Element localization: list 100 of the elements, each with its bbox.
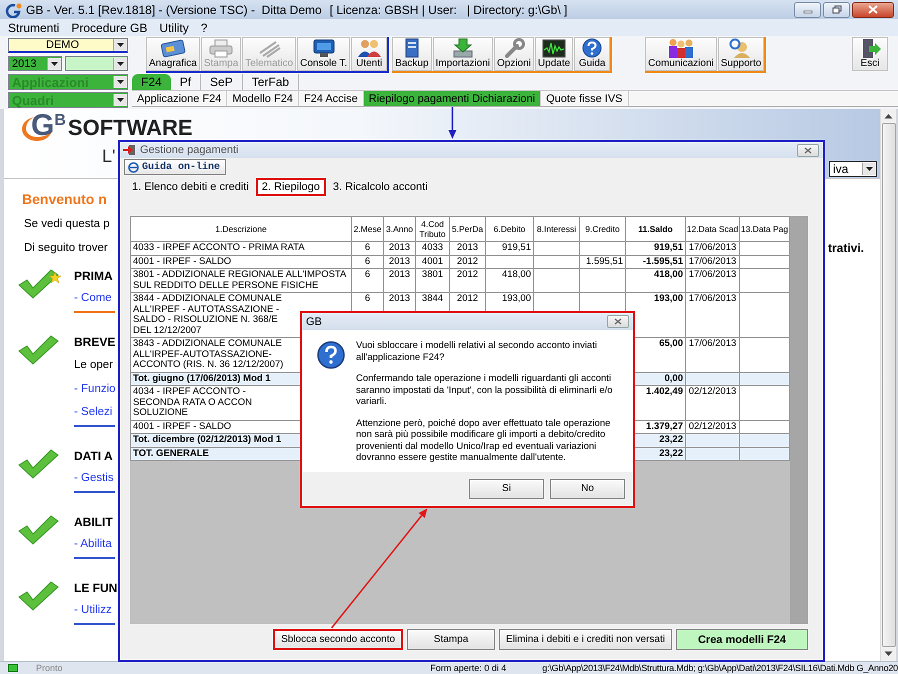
column-header: 5.PerDa [450, 216, 486, 242]
caret-icon [862, 163, 876, 175]
table-cell: 2013 [384, 242, 416, 255]
section-title: BREVE [74, 334, 116, 351]
status-text: Form aperte: 0 di 4 [430, 663, 506, 673]
table-cell: 17/06/2013 [686, 268, 740, 292]
close-icon [614, 318, 622, 325]
app-icon [4, 2, 22, 18]
message-text: Attenzione però, poiché dopo aver effettuato tale operazione non sarà più possibile modificare gli importi a debito/credito provenienti dal modello Unico/Irap ed eventuali variazioni dovranno essere gestite manualmente dall'utente. [356, 418, 612, 464]
help-button[interactable]: Guida on-line [124, 159, 226, 175]
link[interactable]: - Utilizz [74, 599, 112, 622]
dialog-title: Gestione pagamenti [140, 144, 238, 156]
table-cell: 17/06/2013 [686, 255, 740, 268]
section-title: ABILIT [74, 514, 113, 531]
toolbar-button[interactable]: Esci [852, 37, 888, 71]
link[interactable]: - Abilita [74, 533, 112, 556]
toolbar-button[interactable]: Backup [392, 37, 432, 71]
table-cell: 2012 [450, 255, 486, 268]
menu-item[interactable]: ? [194, 20, 214, 34]
tab[interactable]: Riepilogo pagamenti Dichiarazioni [364, 91, 542, 106]
table-cell: 17/06/2013 [686, 242, 740, 255]
toolbar-button[interactable]: Utenti [351, 37, 388, 71]
link[interactable]: - Gestis [74, 467, 114, 490]
column-header: 3.Anno [384, 216, 416, 242]
dropdown[interactable] [65, 56, 128, 71]
dialog-button[interactable]: Elimina i debiti e i crediti non versati [499, 629, 672, 650]
column-header: 2.Mese [352, 216, 384, 242]
table-cell: 4001 - IRPEF - SALDO [130, 255, 352, 268]
table-cell: 2013 [384, 255, 416, 268]
table-cell: 17/06/2013 [686, 292, 740, 338]
column-header: 1.Descrizione [130, 216, 352, 242]
table-cell: 919,51 [486, 242, 534, 255]
message-text: Vuoi sbloccare i modelli relativi al secondo acconto inviati all'applicazione F24? [356, 340, 598, 363]
column-header: 6.Debito [486, 216, 534, 242]
toolbar-button[interactable]: Update [534, 37, 574, 71]
message-text: Confermando tale operazione i modelli riguardanti gli acconti saranno impostati da 'Input', con la possibilità di eliminarli e/o variarli. [356, 373, 614, 408]
down-arrow-icon [884, 651, 893, 657]
link[interactable]: - Come [74, 287, 112, 310]
table-cell: 4001 [416, 255, 450, 268]
link[interactable]: - Funzio [74, 378, 116, 401]
dialog-button[interactable]: Stampa [407, 629, 496, 650]
dialog-button[interactable]: Crea modelli F24 [676, 629, 808, 650]
dialog-button[interactable]: No [550, 478, 625, 498]
toolbar-button[interactable]: Anagrafica [146, 37, 200, 71]
table-cell: 02/12/2013 [686, 386, 740, 420]
status-text: Pronto [36, 663, 64, 673]
dropdown[interactable]: iva [829, 161, 877, 177]
column-header: 11.Saldo [626, 216, 686, 242]
close-button[interactable] [797, 144, 819, 156]
menu-item[interactable]: Strumenti [2, 20, 66, 34]
welcome-heading: Benvenuto n [22, 190, 107, 209]
column-header: 12.Data Scad [686, 216, 740, 242]
tab[interactable]: Applicazione F24 [132, 91, 228, 106]
close-button[interactable] [852, 2, 894, 18]
section-title: DATI A [74, 448, 113, 465]
table-cell: 2012 [450, 268, 486, 292]
column-header: 13.Data Pag [740, 216, 790, 242]
tab[interactable]: F24 [132, 74, 171, 90]
restore-icon [832, 5, 842, 14]
toolbar-button[interactable]: Supporto [718, 37, 764, 71]
table-cell: 919,51 [626, 242, 686, 255]
company-dropdown[interactable]: DEMO [8, 38, 128, 53]
up-arrow-icon [884, 113, 893, 119]
close-button[interactable] [607, 315, 629, 328]
restore-button[interactable] [823, 2, 850, 18]
menu-item[interactable]: Utility [153, 20, 195, 34]
table-cell: 6 [352, 268, 384, 292]
menu-item[interactable]: Procedure GB [65, 20, 154, 34]
intro-text: Se vedi questa p [24, 217, 110, 232]
table-cell: 4033 [416, 242, 450, 255]
dialog-button[interactable]: Sblocca secondo acconto [273, 629, 404, 650]
table-cell: 3801 [416, 268, 450, 292]
section-title: LE FUN [74, 580, 118, 597]
year-dropdown[interactable]: 2013 [8, 56, 62, 71]
table-cell: -1.595,51 [626, 255, 686, 268]
caret-icon [113, 94, 127, 106]
column-header: 9.Credito [580, 216, 626, 242]
toolbar-button[interactable]: Importazioni [432, 37, 493, 71]
table-cell: 418,00 [486, 268, 534, 292]
toolbar-button[interactable]: Console T. [297, 37, 350, 71]
table-cell: 1.595,51 [580, 255, 626, 268]
table-cell: 6 [352, 242, 384, 255]
status-icon [8, 664, 18, 672]
toolbar-button[interactable]: Opzioni [494, 37, 534, 71]
tab[interactable]: Quote fisse IVS [541, 91, 629, 106]
section-text: Le oper [74, 358, 114, 373]
tab[interactable]: 2. Riepilogo [256, 178, 326, 196]
table-cell: 6 [352, 255, 384, 268]
exit-arrow-icon [122, 144, 136, 156]
message-title: GB [306, 316, 322, 328]
tab[interactable]: 3. Ricalcolo acconti [326, 178, 434, 196]
intro-text: Di seguito trover [24, 241, 108, 256]
toolbar-button[interactable]: Guida [574, 37, 610, 71]
tab[interactable]: 1. Elenco debiti e crediti [126, 178, 255, 196]
toolbar-button[interactable]: Comunicazioni [645, 37, 717, 71]
scrollbar[interactable] [880, 109, 896, 661]
link[interactable]: - Selezi [74, 401, 112, 424]
tab[interactable]: Modello F24 [227, 91, 299, 106]
dialog-button[interactable]: Si [469, 478, 544, 498]
table-cell: 2013 [384, 268, 416, 292]
